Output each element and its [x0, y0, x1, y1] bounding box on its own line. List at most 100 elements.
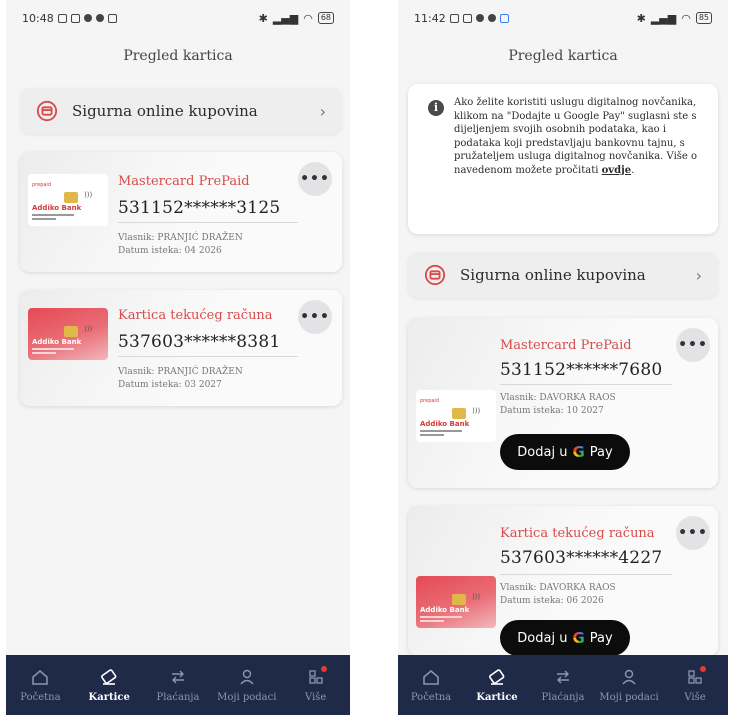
- nav-item-cards[interactable]: Kartice: [75, 655, 144, 715]
- notification-icon: [475, 14, 484, 22]
- alarm-icon: [57, 13, 67, 23]
- more-grid-icon: [307, 665, 327, 686]
- card-title: Kartica tekućeg računa: [118, 308, 273, 323]
- nav-item-profile[interactable]: Moji podaci: [212, 655, 281, 715]
- contactless-icon: ))): [472, 407, 481, 415]
- card-expiry: Datum isteka: 04 2026: [118, 246, 222, 256]
- more-options-button[interactable]: •••: [298, 162, 332, 196]
- card-number: 531152******3125: [118, 198, 281, 218]
- card-expiry: Datum isteka: 03 2027: [118, 380, 222, 390]
- signal-icon: ▂▄▆: [650, 11, 677, 25]
- transfer-icon: [169, 668, 187, 686]
- alarm-icon: [449, 13, 459, 23]
- chevron-right-icon: ›: [319, 101, 326, 121]
- signal-icon: ▂▄▆: [272, 11, 299, 25]
- nav-label: Kartice: [476, 691, 518, 703]
- card-thumbnail: ))) Addiko Bank: [416, 576, 496, 628]
- more-options-button[interactable]: •••: [298, 300, 332, 334]
- wifi-icon: ◠: [681, 11, 691, 25]
- phone-screen-left: 10:48 ✱ ▂▄▆ ◠ 68 Pregled kartica Sigurna on…: [6, 0, 350, 715]
- card-tile[interactable]: ))) Addiko Bank Kartica tekućeg računa 5…: [20, 290, 342, 406]
- notification-icon: [83, 14, 92, 22]
- card-tile[interactable]: prepaid ))) Addiko Bank Mastercard PrePa…: [20, 152, 342, 272]
- card-number: 537603******8381: [118, 332, 281, 352]
- nav-item-more[interactable]: Više: [662, 655, 728, 715]
- more-grid-icon: [686, 665, 706, 686]
- chip-icon: [452, 408, 466, 419]
- card-number: 531152******7680: [500, 360, 663, 380]
- app-icon: [70, 13, 80, 23]
- card-expiry: Datum isteka: 06 2026: [500, 596, 604, 606]
- bluetooth-icon: ✱: [636, 11, 646, 25]
- chip-icon: [64, 326, 78, 337]
- battery-icon: 85: [695, 12, 712, 24]
- card-expiry: Datum isteka: 10 2027: [500, 406, 604, 416]
- nav-item-payments[interactable]: Plaćanja: [530, 655, 596, 715]
- nav-label: Početna: [410, 691, 452, 703]
- info-text: Ako želite koristiti uslugu digitalnog n…: [454, 97, 698, 176]
- secure-shop-icon: [36, 100, 58, 122]
- contactless-icon: ))): [472, 593, 481, 601]
- nav-label: Više: [684, 691, 706, 703]
- card-title: Mastercard PrePaid: [118, 174, 250, 189]
- more-options-button[interactable]: •••: [676, 328, 710, 362]
- card-owner: Vlasnik: DAVORKA RAOS: [500, 393, 616, 403]
- secure-shop-icon: [424, 264, 446, 286]
- bottom-navigation: Početna Kartice Plaćanja Moji podaci Viš…: [398, 655, 728, 715]
- card-tile[interactable]: ))) Addiko Bank Kartica tekućeg računa 5…: [408, 506, 718, 656]
- battery-icon: 68: [317, 12, 334, 24]
- add-to-google-pay-button[interactable]: Dodaj u G Pay: [500, 434, 630, 470]
- google-g-icon: G: [572, 443, 585, 461]
- card-title: Mastercard PrePaid: [500, 338, 632, 353]
- home-icon: [31, 668, 49, 686]
- secure-shop-label: Sigurna online kupovina: [460, 266, 646, 284]
- notification-badge: [320, 665, 327, 672]
- status-time: 11:42: [414, 11, 446, 25]
- nav-label: Plaćanja: [541, 691, 585, 703]
- nav-label: Moji podaci: [217, 691, 277, 703]
- nav-label: Moji podaci: [599, 691, 659, 703]
- notification-icon: [95, 14, 104, 22]
- status-bar: 11:42 ✱ ▂▄▆ ◠ 85: [398, 0, 728, 36]
- notification-icon: [487, 14, 496, 22]
- secure-shop-label: Sigurna online kupovina: [72, 102, 258, 120]
- contactless-icon: ))): [84, 325, 93, 333]
- user-icon: [238, 668, 256, 686]
- google-pay-info-box: i Ako želite koristiti uslugu digitalnog…: [408, 84, 718, 234]
- secure-online-shopping-row[interactable]: Sigurna online kupovina ›: [20, 88, 342, 134]
- chevron-right-icon: ›: [695, 265, 702, 285]
- card-thumbnail: ))) Addiko Bank: [28, 308, 108, 360]
- info-icon: i: [428, 100, 444, 116]
- app-icon: [462, 13, 472, 23]
- info-link[interactable]: ovdje: [602, 165, 631, 176]
- user-icon: [620, 668, 638, 686]
- card-icon: [488, 668, 506, 686]
- nav-item-cards[interactable]: Kartice: [464, 655, 530, 715]
- page-title: Pregled kartica: [508, 48, 618, 64]
- status-bar: 10:48 ✱ ▂▄▆ ◠ 68: [6, 0, 350, 36]
- app-icon: [499, 13, 509, 23]
- card-owner: Vlasnik: DAVORKA RAOS: [500, 583, 616, 593]
- card-title: Kartica tekućeg računa: [500, 526, 655, 541]
- home-icon: [422, 668, 440, 686]
- notification-badge: [700, 665, 706, 672]
- chip-icon: [64, 192, 78, 203]
- secure-online-shopping-row[interactable]: Sigurna online kupovina ›: [408, 252, 718, 298]
- status-time: 10:48: [22, 11, 54, 25]
- card-icon: [100, 668, 118, 686]
- nav-item-more[interactable]: Više: [281, 655, 350, 715]
- page-title: Pregled kartica: [123, 48, 233, 64]
- nav-item-payments[interactable]: Plaćanja: [144, 655, 213, 715]
- more-options-button[interactable]: •••: [676, 516, 710, 550]
- nav-item-home[interactable]: Početna: [6, 655, 75, 715]
- card-thumbnail: prepaid ))) Addiko Bank: [416, 390, 496, 442]
- card-tile[interactable]: prepaid ))) Addiko Bank Mastercard PrePa…: [408, 318, 718, 488]
- nav-item-profile[interactable]: Moji podaci: [596, 655, 662, 715]
- card-owner: Vlasnik: PRANJIĆ DRAŽEN: [118, 367, 243, 377]
- transfer-icon: [554, 668, 572, 686]
- bottom-navigation: Početna Kartice Plaćanja Moji podaci Viš…: [6, 655, 350, 715]
- bluetooth-icon: ✱: [258, 11, 268, 25]
- nav-item-home[interactable]: Početna: [398, 655, 464, 715]
- add-to-google-pay-button[interactable]: Dodaj u G Pay: [500, 620, 630, 656]
- chip-icon: [452, 594, 466, 605]
